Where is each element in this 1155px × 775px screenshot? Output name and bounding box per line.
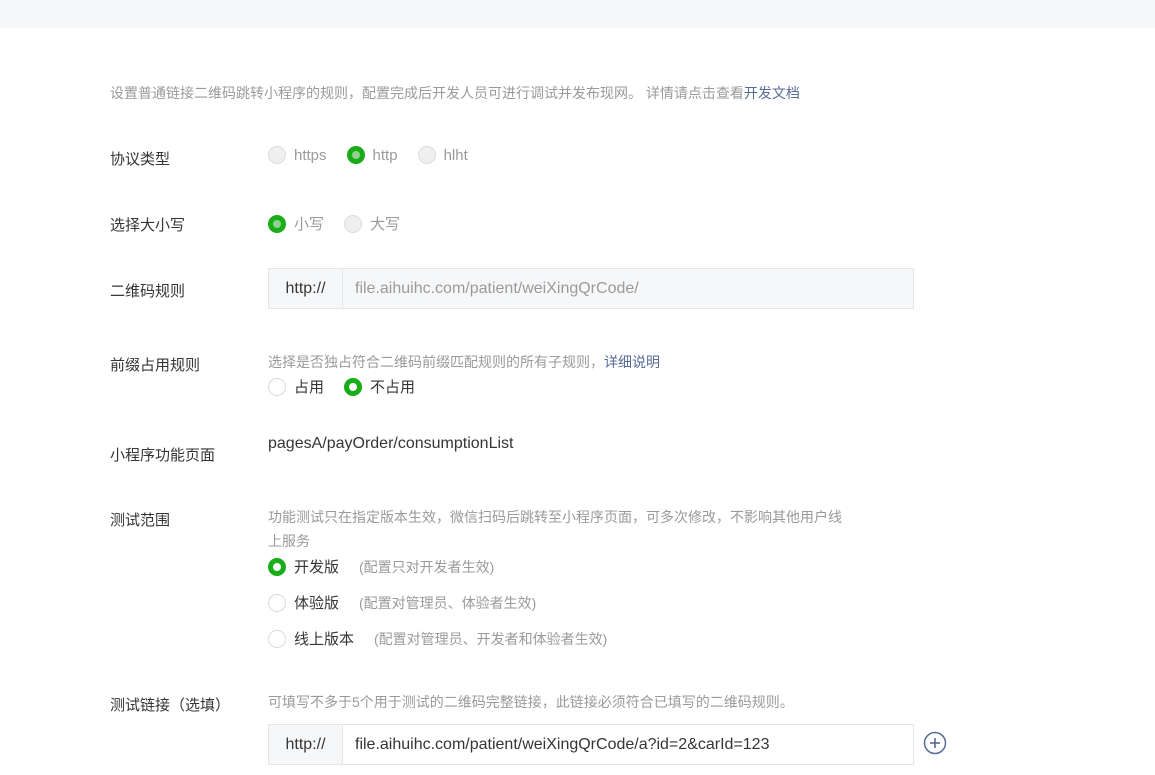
prefix-rule-hint-text: 选择是否独占符合二维码前缀匹配规则的所有子规则，: [268, 354, 604, 370]
qr-rule-label: 二维码规则: [110, 283, 186, 300]
prefix-option-not-occupy[interactable]: 不占用: [344, 376, 415, 397]
radio-circle: [417, 146, 436, 164]
protocol-option-hlht[interactable]: hlht: [417, 146, 468, 164]
case-radio-group: 小写 大写: [268, 213, 420, 234]
radio-circle: [268, 377, 286, 396]
plus-circle-icon[interactable]: [923, 731, 947, 755]
test-scope-hint-text: 上服务: [268, 533, 310, 549]
radio-label: 占用: [294, 379, 325, 396]
test-link-input[interactable]: [343, 725, 913, 764]
intro-description: 设置普通链接二维码跳转小程序的规则，配置完成后开发人员可进行调试并发布现网。 详…: [110, 85, 744, 101]
option-note: (配置只对开发者生效): [359, 558, 495, 575]
protocol-label: 协议类型: [110, 151, 171, 168]
radio-circle-checked: [268, 557, 286, 576]
option-note: (配置对管理员、开发者和体验者生效): [374, 630, 608, 647]
radio-circle-checked: [344, 377, 363, 396]
radio-circle: [344, 214, 363, 233]
qr-rule-prefix: http://: [269, 269, 343, 308]
radio-label: 不占用: [370, 379, 416, 396]
radio-label: 开发版: [294, 559, 340, 576]
radio-circle: [268, 629, 286, 648]
test-link-field: http://: [268, 724, 914, 765]
prefix-option-occupy[interactable]: 占用: [268, 376, 324, 397]
radio-label: 线上版本: [294, 631, 355, 648]
prefix-rule-label: 前缀占用规则: [110, 357, 201, 374]
test-scope-option-online[interactable]: 线上版本 (配置对管理员、开发者和体验者生效): [268, 628, 607, 649]
radio-label: 大写: [370, 216, 401, 233]
test-scope-option-trial[interactable]: 体验版 (配置对管理员、体验者生效): [268, 592, 536, 613]
protocol-option-http[interactable]: http: [346, 146, 398, 164]
protocol-radio-group: https http hlht: [268, 146, 488, 164]
test-link-hint-text: 可填写不多于5个用于测试的二维码完整链接，此链接必须符合已填写的二维码规则。: [268, 694, 794, 710]
option-note: (配置对管理员、体验者生效): [359, 594, 537, 611]
radio-circle: [268, 146, 286, 164]
details-link[interactable]: 详细说明: [604, 354, 660, 370]
test-scope-option-dev[interactable]: 开发版 (配置只对开发者生效): [268, 556, 494, 577]
qr-rule-field: http:// file.aihuihc.com/patient/weiXing…: [268, 268, 914, 309]
page-label: 小程序功能页面: [110, 447, 216, 464]
protocol-option-https[interactable]: https: [268, 146, 327, 164]
qr-rule-value: file.aihuihc.com/patient/weiXingQrCode/: [355, 279, 639, 297]
radio-label: 小写: [294, 216, 325, 233]
top-bar: [0, 0, 1155, 28]
radio-label: hlht: [443, 146, 468, 164]
radio-label: http: [372, 146, 398, 164]
radio-circle: [268, 593, 286, 612]
page-value: pagesA/payOrder/consumptionList: [268, 435, 514, 452]
radio-circle-checked: [268, 214, 286, 233]
case-option-upper[interactable]: 大写: [344, 213, 400, 234]
case-label: 选择大小写: [110, 217, 186, 234]
case-option-lower[interactable]: 小写: [268, 213, 324, 234]
prefix-rule-radio-group: 占用 不占用: [268, 376, 435, 397]
radio-circle-checked: [346, 146, 365, 164]
test-scope-label: 测试范围: [110, 512, 171, 529]
test-link-label: 测试链接（选填）: [110, 697, 231, 714]
test-link-hint: 可填写不多于5个用于测试的二维码完整链接，此链接必须符合已填写的二维码规则。: [268, 692, 794, 712]
prefix-rule-hint: 选择是否独占符合二维码前缀匹配规则的所有子规则，详细说明: [268, 352, 660, 372]
test-scope-hint-text: 功能测试只在指定版本生效，微信扫码后跳转至小程序页面，可多次修改，不影响其他用户…: [268, 509, 842, 525]
radio-label: https: [294, 146, 327, 164]
dev-docs-link[interactable]: 开发文档: [744, 85, 800, 101]
test-scope-hint-line2: 上服务: [268, 531, 310, 551]
intro-text: 设置普通链接二维码跳转小程序的规则，配置完成后开发人员可进行调试并发布现网。 详…: [110, 83, 800, 103]
test-scope-hint-line1: 功能测试只在指定版本生效，微信扫码后跳转至小程序页面，可多次修改，不影响其他用户…: [268, 507, 842, 527]
test-link-prefix: http://: [269, 725, 343, 764]
radio-label: 体验版: [294, 595, 340, 612]
